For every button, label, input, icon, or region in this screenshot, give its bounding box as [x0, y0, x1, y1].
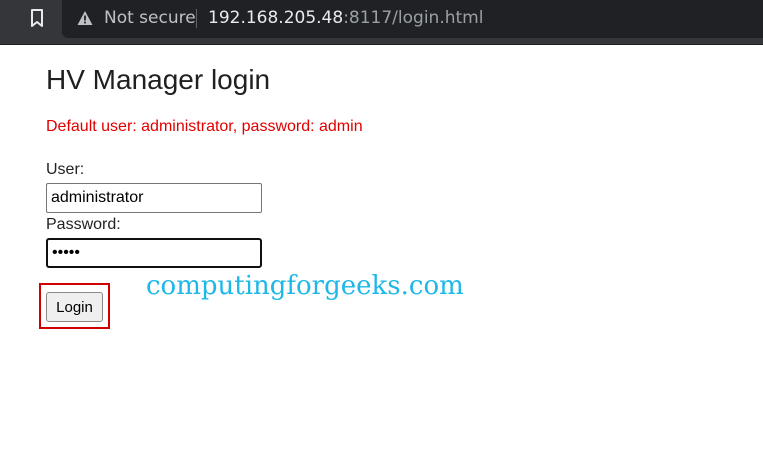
url-host: 192.168.205.48 — [208, 8, 344, 28]
user-label: User: — [46, 161, 85, 178]
address-divider — [196, 9, 197, 28]
user-input[interactable] — [46, 183, 262, 213]
security-status[interactable]: Not secure — [104, 8, 196, 28]
watermark-text: computingforgeeks.com — [146, 271, 464, 301]
default-credentials-hint: Default user: administrator, password: a… — [46, 118, 363, 135]
bookmark-icon[interactable] — [28, 8, 46, 28]
browser-toolbar: Not secure 192.168.205.48:8117/login.htm… — [0, 0, 763, 45]
url-text[interactable]: 192.168.205.48:8117/login.html — [208, 8, 483, 28]
warning-icon[interactable] — [77, 10, 93, 26]
login-button[interactable]: Login — [46, 292, 103, 322]
address-bar[interactable]: Not secure 192.168.205.48:8117/login.htm… — [62, 0, 763, 38]
page-title: HV Manager login — [46, 64, 271, 95]
password-label: Password: — [46, 216, 121, 233]
password-input[interactable] — [46, 238, 262, 268]
url-path: :8117/login.html — [343, 8, 484, 28]
